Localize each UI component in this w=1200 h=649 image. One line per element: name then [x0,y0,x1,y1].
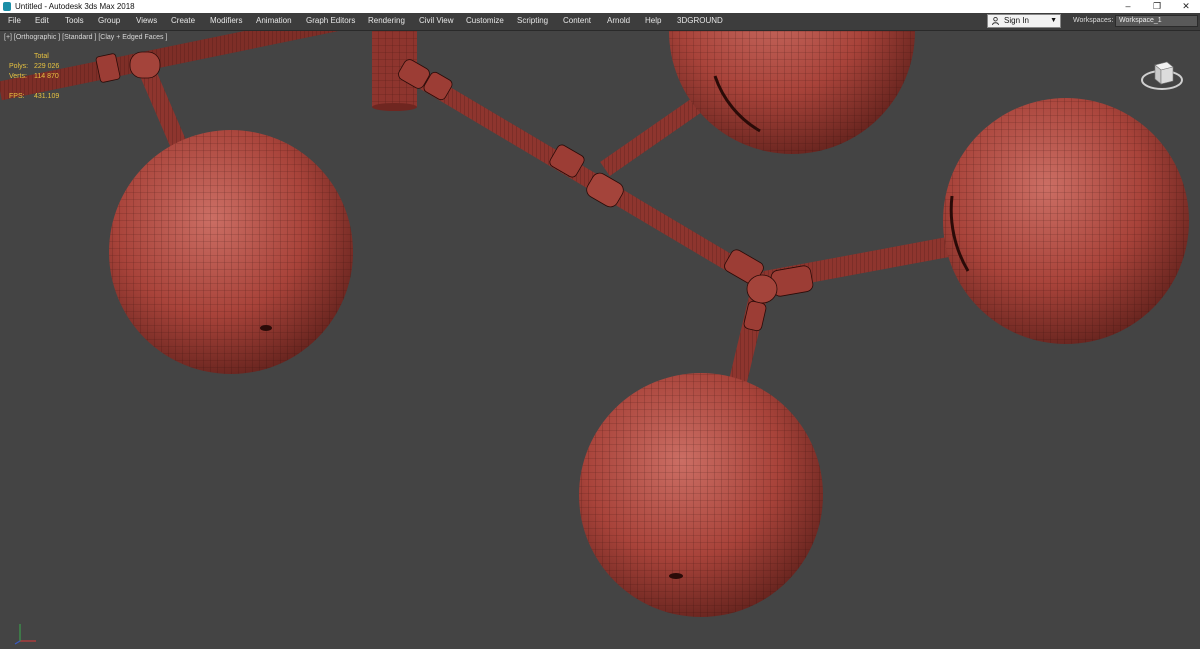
menu-scripting[interactable]: Scripting [517,13,548,29]
stats-fps-value: 431.109 [34,93,60,100]
menu-create[interactable]: Create [171,13,195,29]
stats-total-label: Total [34,53,49,60]
sign-in-dropdown[interactable]: Sign In ▼ [987,14,1061,28]
sphere-right [943,98,1189,344]
menu-tools[interactable]: Tools [65,13,84,29]
viewcube[interactable] [1137,55,1187,95]
menu-group[interactable]: Group [98,13,120,29]
maximize-button[interactable]: ❐ [1142,0,1172,13]
stats-polys-label: Polys: [9,63,29,70]
3dsmax-app-icon [3,2,11,11]
window-title: Untitled - Autodesk 3ds Max 2018 [15,2,135,11]
stats-verts-value: 114 870 [34,73,59,80]
stats-verts-label: Verts: [9,73,27,80]
stats-fps-label: FPS: [9,93,25,100]
menu-arnold[interactable]: Arnold [607,13,630,29]
menu-file[interactable]: File [8,13,21,29]
menu-graph-editors[interactable]: Graph Editors [306,13,355,29]
minimize-button[interactable]: – [1113,0,1143,13]
workspace-select[interactable]: Workspace_1 [1115,15,1198,27]
menu-content[interactable]: Content [563,13,591,29]
workspaces-label: Workspaces: [1073,17,1114,24]
viewport-label-menu[interactable]: [+] [Orthographic ] [Standard ] [Clay + … [4,33,167,43]
menu-help[interactable]: Help [645,13,661,29]
menu-customize[interactable]: Customize [466,13,504,29]
scene-render [0,31,1189,617]
sphere-bottom [579,373,823,617]
sphere-left [109,130,353,374]
menu-views[interactable]: Views [136,13,157,29]
menu-animation[interactable]: Animation [256,13,292,29]
sphere-top [669,31,915,154]
axis-tripod-icon [14,624,36,645]
menu-3dground[interactable]: 3DGROUND [677,13,723,29]
menu-bar: File Edit Tools Group Views Create Modif… [0,13,1200,31]
close-button[interactable]: ✕ [1171,0,1200,13]
chevron-down-icon: ▼ [1050,17,1057,24]
menu-rendering[interactable]: Rendering [368,13,405,29]
user-icon [992,17,999,25]
stats-polys-value: 229 026 [34,63,60,70]
title-bar: Untitled - Autodesk 3ds Max 2018 – ❐ ✕ [0,0,1200,13]
menu-modifiers[interactable]: Modifiers [210,13,242,29]
menu-civil-view[interactable]: Civil View [419,13,454,29]
sign-in-label: Sign In [1004,16,1029,25]
orthographic-viewport[interactable]: [+] [Orthographic ] [Standard ] [Clay + … [0,31,1200,649]
menu-edit[interactable]: Edit [35,13,49,29]
workspace-value: Workspace_1 [1119,17,1162,24]
